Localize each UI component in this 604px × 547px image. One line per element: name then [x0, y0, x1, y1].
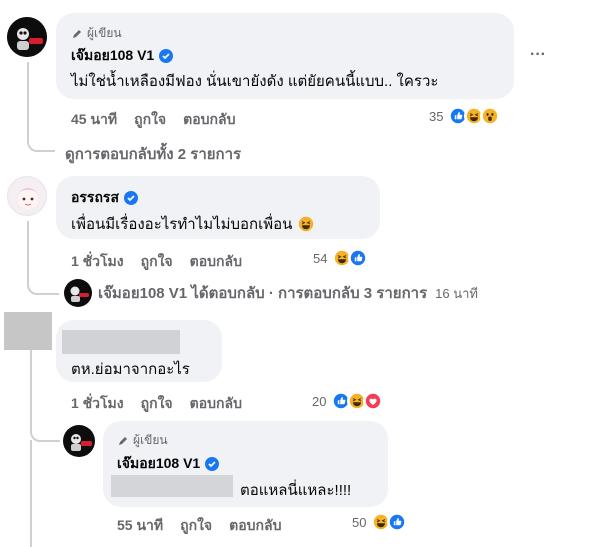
verified-badge-icon: [159, 49, 174, 63]
author-badge: ผู้เขียน: [117, 431, 168, 450]
more-icon[interactable]: ···: [530, 46, 546, 64]
avatar-logo-icon: [71, 434, 92, 451]
reaction-count: 20: [312, 393, 327, 409]
verified-badge-icon: [124, 191, 138, 205]
reply-summary-time: 16 นาที: [435, 285, 478, 301]
reply-summary-text: เจ๊มอย108 V1 ได้ตอบกลับ · การตอบกลับ 3 ร…: [98, 285, 428, 302]
like-reaction-icon: [387, 512, 408, 532]
comment-author[interactable]: อรรถรส: [71, 187, 138, 209]
wow-reaction-icon: [480, 106, 501, 126]
avatar[interactable]: [7, 17, 47, 57]
thread-connector: [30, 418, 60, 442]
verified-badge-icon: [205, 457, 220, 471]
comment-time[interactable]: 45 นาที: [71, 109, 117, 131]
avatar[interactable]: [7, 176, 47, 216]
laughing-emoji-icon: [299, 216, 314, 232]
reactions-summary[interactable]: 20: [312, 391, 384, 411]
comment-author[interactable]: เจ๊มอย108 V1: [117, 453, 220, 475]
reply-button[interactable]: ตอบกลับ: [229, 515, 281, 537]
like-button[interactable]: ถูกใจ: [141, 251, 173, 273]
author-redacted: [62, 330, 180, 354]
pen-icon: [119, 436, 127, 445]
thread-connector: [27, 272, 59, 295]
reaction-count: 35: [429, 108, 444, 124]
reply-button[interactable]: ตอบกลับ: [183, 109, 235, 131]
reactions-summary[interactable]: 35: [429, 106, 501, 126]
comment-text: เพื่อนมีเรื่องอะไรทำไมไม่บอกเพื่อน: [71, 216, 293, 233]
comment-time[interactable]: 1 ชั่วโมง: [71, 393, 124, 415]
pen-icon: [73, 29, 81, 38]
comment-text: ตอแหลนี่แหละ!!!!: [240, 482, 352, 499]
like-reaction-icon: [348, 248, 369, 268]
comment-text: ตห.ย่อมาจากอะไร: [71, 361, 190, 378]
love-reaction-icon: [363, 391, 384, 411]
comment-text: ไม่ใช่น้ำเหลืองมีฟอง นั่นเขายังดัง แต่ยั…: [71, 73, 439, 90]
comment-author[interactable]: เจ๊มอย108 V1: [71, 45, 174, 67]
comment-time[interactable]: 55 นาที: [117, 515, 163, 537]
reply-summary[interactable]: เจ๊มอย108 V1 ได้ตอบกลับ · การตอบกลับ 3 ร…: [64, 279, 478, 307]
like-button[interactable]: ถูกใจ: [134, 109, 166, 131]
mention-redacted: [111, 475, 233, 497]
avatar-logo-icon: [70, 286, 89, 302]
comment-text-row: เพื่อนมีเรื่องอะไรทำไมไม่บอกเพื่อน: [71, 212, 314, 236]
like-button[interactable]: ถูกใจ: [180, 515, 212, 537]
thread-connector: [27, 130, 55, 152]
reaction-count: 54: [313, 250, 328, 266]
comment-actions: 1 ชั่วโมง ถูกใจ ตอบกลับ: [71, 393, 242, 415]
reply-button[interactable]: ตอบกลับ: [190, 251, 242, 273]
reaction-count: 50: [352, 514, 367, 530]
author-badge: ผู้เขียน: [71, 24, 122, 43]
avatar-cartoon-icon: [17, 188, 39, 209]
reply-button[interactable]: ตอบกลับ: [190, 393, 242, 415]
comment-actions: 55 นาที ถูกใจ ตอบกลับ: [117, 515, 281, 537]
avatar-logo-icon: [7, 17, 47, 57]
comment-time[interactable]: 1 ชั่วโมง: [71, 251, 124, 273]
view-replies-link[interactable]: ดูการตอบกลับทั้ง 2 รายการ: [65, 142, 241, 166]
thread-line: [30, 440, 32, 547]
comment-actions: 1 ชั่วโมง ถูกใจ ตอบกลับ: [71, 251, 242, 273]
avatar: [64, 279, 92, 307]
like-button[interactable]: ถูกใจ: [141, 393, 173, 415]
comment-actions: 45 นาที ถูกใจ ตอบกลับ: [71, 109, 235, 131]
reactions-summary[interactable]: 54: [313, 248, 369, 268]
reactions-summary[interactable]: 50: [352, 512, 408, 532]
avatar-redacted: [4, 312, 52, 350]
avatar[interactable]: [63, 425, 95, 457]
thread-line: [27, 62, 29, 140]
